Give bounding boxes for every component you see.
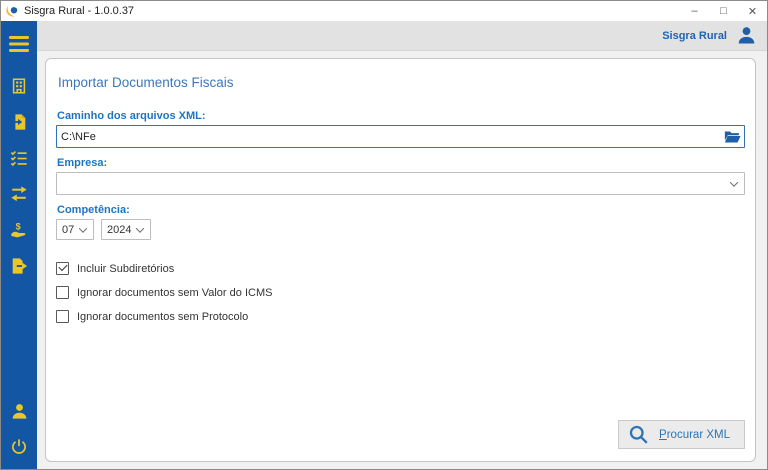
procurar-xml-button[interactable]: Procurar XML (618, 420, 745, 449)
xml-path-input[interactable] (56, 125, 745, 148)
import-document-icon (10, 113, 28, 131)
sidebar-item-user[interactable] (5, 397, 33, 425)
sidebar-item-transfer[interactable] (5, 180, 33, 208)
minimize-button[interactable]: – (680, 1, 709, 21)
sidebar-nav: $ (1, 21, 37, 470)
xml-path-label: Caminho dos arquivos XML: (57, 110, 745, 122)
xml-path-field-group: Caminho dos arquivos XML: (56, 110, 745, 148)
user-menu[interactable]: Sisgra Rural (662, 25, 757, 46)
procurar-xml-label: Procurar XML (659, 429, 730, 441)
power-icon (10, 438, 28, 456)
chevron-down-icon (730, 178, 738, 186)
building-icon (10, 77, 28, 95)
checkbox-row-ignorar-protocolo: Ignorar documentos sem Protocolo (56, 310, 745, 323)
empresa-select[interactable] (56, 172, 745, 195)
options-section: Incluir Subdiretórios Ignorar documentos… (56, 262, 745, 334)
money-hand-icon: $ (10, 221, 28, 239)
content-area: Importar Documentos Fiscais Caminho dos … (37, 51, 767, 470)
chevron-down-icon (136, 224, 144, 232)
sidebar-item-import[interactable] (5, 108, 33, 136)
avatar (736, 25, 757, 46)
svg-text:$: $ (16, 222, 21, 232)
competencia-month-select[interactable]: 07 (56, 219, 94, 240)
close-button[interactable]: ✕ (738, 1, 767, 21)
hamburger-menu-icon (9, 36, 29, 52)
import-form-card: Importar Documentos Fiscais Caminho dos … (45, 58, 756, 462)
sidebar-item-payments[interactable]: $ (5, 216, 33, 244)
transfer-arrows-icon (10, 185, 28, 203)
sidebar-item-logout[interactable] (5, 433, 33, 461)
sidebar-item-export[interactable] (5, 252, 33, 280)
checkbox-row-incluir-subdiretorios: Incluir Subdiretórios (56, 262, 745, 275)
app-window: Sisgra Rural - 1.0.0.37 – □ ✕ (0, 0, 768, 470)
export-document-icon (10, 257, 28, 275)
empresa-label: Empresa: (57, 157, 745, 169)
window-controls: – □ ✕ (680, 1, 767, 21)
competencia-year-select[interactable]: 2024 (101, 219, 151, 240)
sidebar-item-menu[interactable] (5, 30, 33, 58)
checkbox-row-ignorar-icms: Ignorar documentos sem Valor do ICMS (56, 286, 745, 299)
checkbox-label: Ignorar documentos sem Protocolo (77, 311, 248, 323)
user-icon (10, 402, 29, 421)
sidebar-item-company[interactable] (5, 72, 33, 100)
top-bar: Sisgra Rural (37, 21, 767, 51)
browse-folder-button[interactable] (723, 129, 741, 144)
checkbox-label: Ignorar documentos sem Valor do ICMS (77, 287, 272, 299)
checkbox-label: Incluir Subdiretórios (77, 263, 174, 275)
ignorar-sem-protocolo-checkbox[interactable] (56, 310, 69, 323)
competencia-label: Competência: (57, 204, 745, 216)
app-logo-icon (6, 5, 19, 18)
maximize-button[interactable]: □ (709, 1, 738, 21)
search-icon (628, 424, 649, 445)
competencia-field-group: Competência: 07 2024 (56, 204, 745, 240)
checklist-icon (10, 149, 28, 167)
title-bar: Sisgra Rural - 1.0.0.37 – □ ✕ (1, 1, 767, 21)
page-title: Importar Documentos Fiscais (58, 75, 745, 90)
sidebar-item-tasks[interactable] (5, 144, 33, 172)
incluir-subdiretorios-checkbox[interactable] (56, 262, 69, 275)
window-title: Sisgra Rural - 1.0.0.37 (24, 5, 134, 17)
competencia-month-value: 07 (62, 224, 74, 236)
chevron-down-icon (79, 224, 87, 232)
open-folder-icon (724, 130, 741, 144)
empresa-field-group: Empresa: (56, 157, 745, 195)
ignorar-sem-icms-checkbox[interactable] (56, 286, 69, 299)
user-name-label: Sisgra Rural (662, 30, 727, 42)
competencia-year-value: 2024 (107, 224, 131, 236)
